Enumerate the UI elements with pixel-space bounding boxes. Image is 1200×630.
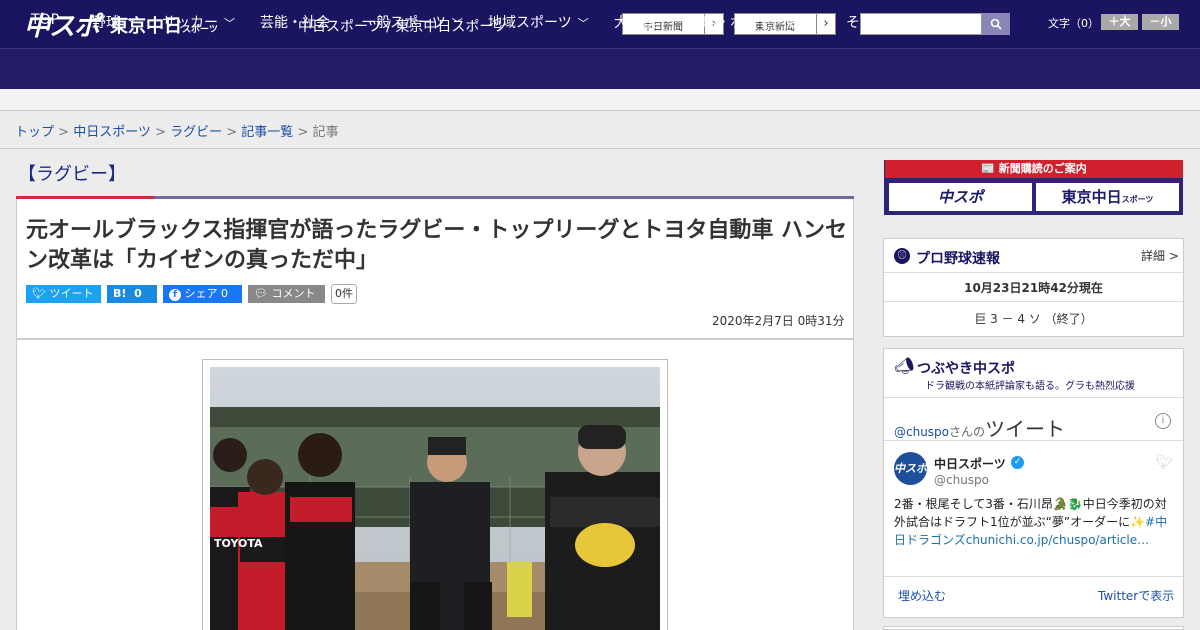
twitter-bird-icon[interactable]: 🐦︎ xyxy=(1156,455,1174,471)
tweet-body: 2番・根尾そして3番・石川昂🐊🐉中日今季初の対外試合はドラフト1位が並ぶ“夢”オ… xyxy=(894,497,1167,529)
view-on-twitter-link[interactable]: Twitterで表示 xyxy=(1098,587,1174,604)
subscribe-tokyo-label: 東京中日 xyxy=(1061,188,1122,206)
comment-button[interactable]: 💬︎ コメント xyxy=(248,285,325,303)
jersey-text: TOYOTA xyxy=(214,537,263,550)
nav-label: 野球 xyxy=(92,15,120,31)
tweets-title: つぶやき中スポ xyxy=(917,361,1015,377)
breadcrumb-link-chuspo[interactable]: 中日スポーツ xyxy=(73,125,151,140)
hatena-bookmark-button[interactable]: B! 0 xyxy=(107,285,157,303)
chevron-down-icon: ﹀ xyxy=(224,17,235,30)
newspaper-icon: 📰 xyxy=(981,162,995,175)
nav-label: 競馬・ボート・競輪 xyxy=(688,15,814,31)
tweets-subtitle: ドラ観戦の本紙評論家も語る。グラも熱烈応援 xyxy=(925,381,1135,392)
chevron-down-icon: ﹀ xyxy=(126,17,137,30)
nav-label: 大相撲 xyxy=(614,15,656,31)
comment-label: コメント xyxy=(271,287,316,300)
main-nav xyxy=(0,48,1200,89)
chevron-down-icon: ﹀ xyxy=(894,17,905,30)
nav-item-other[interactable]: その他 ﹀ xyxy=(846,12,905,32)
facebook-share-button[interactable]: f シェア 0 xyxy=(163,285,242,303)
megaphone-icon: 📣︎ xyxy=(894,356,915,375)
subscription-title-text: 新聞購読のご案内 xyxy=(998,162,1087,175)
subscribe-tokyo-small: スポーツ xyxy=(1121,195,1154,204)
chevron-down-icon: ﹀ xyxy=(577,17,589,30)
section-label: 【ラグビー】 xyxy=(18,164,126,185)
avatar[interactable]: 中スポ xyxy=(894,452,927,485)
nav-item-keiba[interactable]: 競馬・ボート・競輪 xyxy=(688,12,814,32)
hatena-label: B! xyxy=(113,287,127,300)
embed-link[interactable]: 埋め込む xyxy=(898,587,946,604)
divider xyxy=(884,576,1183,577)
divider xyxy=(0,148,1200,149)
divider xyxy=(884,397,1183,398)
breadcrumb: トップ > 中日スポーツ > ラグビー > 記事一覧 > 記事 xyxy=(15,121,339,140)
nav-item-general-sports[interactable]: 一般スポーツ ﹀ xyxy=(362,12,463,32)
baseball-detail-link[interactable]: 詳細 > xyxy=(1141,247,1179,264)
search-icon xyxy=(990,18,1002,30)
subscribe-chuspo-button[interactable]: 中スポ xyxy=(889,183,1032,211)
breadcrumb-current: 記事 xyxy=(312,125,339,140)
nav-label: TOP xyxy=(31,12,60,28)
subscription-title: 📰 新聞購読のご案内 xyxy=(885,160,1183,178)
tweet-label: ツイート xyxy=(49,287,94,300)
baseball-title: プロ野球速報 xyxy=(916,251,1000,267)
breadcrumb-sep: > xyxy=(150,125,171,140)
article-photo[interactable]: TOYOTA xyxy=(210,367,660,630)
divider xyxy=(884,440,1183,441)
verified-badge-icon: ✓ xyxy=(1011,456,1024,469)
timeline-user-link[interactable]: @chuspo xyxy=(894,425,949,439)
breadcrumb-link-rugby[interactable]: ラグビー xyxy=(170,125,222,140)
nav-item-sumo[interactable]: 大相撲 xyxy=(614,12,656,32)
twitter-bird-icon: 🐦︎ xyxy=(32,287,46,300)
rugby-practice-photo: TOYOTA xyxy=(210,367,660,630)
account-name[interactable]: 中日スポーツ xyxy=(934,455,1006,472)
nav-item-local-sports[interactable]: 地域スポーツ ﹀ xyxy=(488,12,589,32)
tweet-share-button[interactable]: 🐦︎ ツイート xyxy=(26,285,101,303)
facebook-icon: f xyxy=(169,289,181,301)
breadcrumb-link-top[interactable]: トップ xyxy=(15,125,54,140)
font-smaller-button[interactable]: －小 xyxy=(1142,14,1179,30)
baseball-icon: ⚾︎ xyxy=(894,248,910,264)
tweet-text: 2番・根尾そして3番・石川昂🐊🐉中日今季初の対外試合はドラフト1位が並ぶ“夢”オ… xyxy=(894,495,1178,549)
baseball-update-time: 10月23日21時42分現在 xyxy=(964,281,1103,295)
divider xyxy=(884,301,1183,302)
article-date: 2020年2月7日 0時31分 xyxy=(712,314,845,328)
facebook-label: シェア xyxy=(184,287,218,300)
ad-strip xyxy=(0,89,1200,111)
font-size-label: 文字（0） xyxy=(1048,17,1099,30)
font-larger-button[interactable]: ＋大 xyxy=(1101,14,1138,30)
hatena-count: 0 xyxy=(134,287,142,300)
nav-item-top[interactable]: TOP xyxy=(31,12,59,28)
timeline-san: さんの xyxy=(949,425,986,439)
chevron-right-icon: › xyxy=(816,14,835,34)
nav-label: 芸能・社会 xyxy=(260,15,330,31)
next-widget xyxy=(883,626,1184,630)
nav-label: 一般スポーツ xyxy=(362,15,446,31)
divider xyxy=(884,272,1183,273)
info-icon[interactable]: i xyxy=(1155,413,1171,429)
nav-label: 地域スポーツ xyxy=(488,15,572,31)
nav-item-entertainment[interactable]: 芸能・社会 xyxy=(260,12,330,32)
timeline-tweet-word: ツイート xyxy=(985,417,1066,441)
breadcrumb-sep: > xyxy=(293,125,313,140)
comment-count[interactable]: 0件 xyxy=(331,284,357,304)
breadcrumb-link-article-list[interactable]: 記事一覧 xyxy=(241,125,293,140)
tweet-link[interactable]: chunichi.co.jp/chuspo/article… xyxy=(966,533,1149,547)
baseball-score[interactable]: 巨 3 － 4 ソ （終了） xyxy=(884,310,1183,327)
search-button[interactable] xyxy=(982,13,1010,35)
nav-label: その他 xyxy=(846,15,888,31)
nav-item-baseball[interactable]: 野球 ﹀ xyxy=(92,12,137,32)
nav-item-soccer[interactable]: サッカー ﹀ xyxy=(162,12,235,32)
breadcrumb-sep: > xyxy=(222,125,242,140)
facebook-count: 0 xyxy=(221,287,228,300)
chevron-down-icon: ﹀ xyxy=(451,17,463,30)
breadcrumb-sep: > xyxy=(54,125,74,140)
comment-bubble-icon: 💬︎ xyxy=(254,287,268,300)
timeline-header: @chuspoさんのツイート xyxy=(894,413,1065,442)
nav-label: サッカー xyxy=(162,15,218,31)
subscribe-tokyo-chunichi-button[interactable]: 東京中日スポーツ xyxy=(1036,183,1179,211)
account-handle[interactable]: @chuspo xyxy=(934,473,989,487)
article-headline: 元オールブラックス指揮官が語ったラグビー・トップリーグとトヨタ自動車 ハンセン改… xyxy=(26,218,848,273)
